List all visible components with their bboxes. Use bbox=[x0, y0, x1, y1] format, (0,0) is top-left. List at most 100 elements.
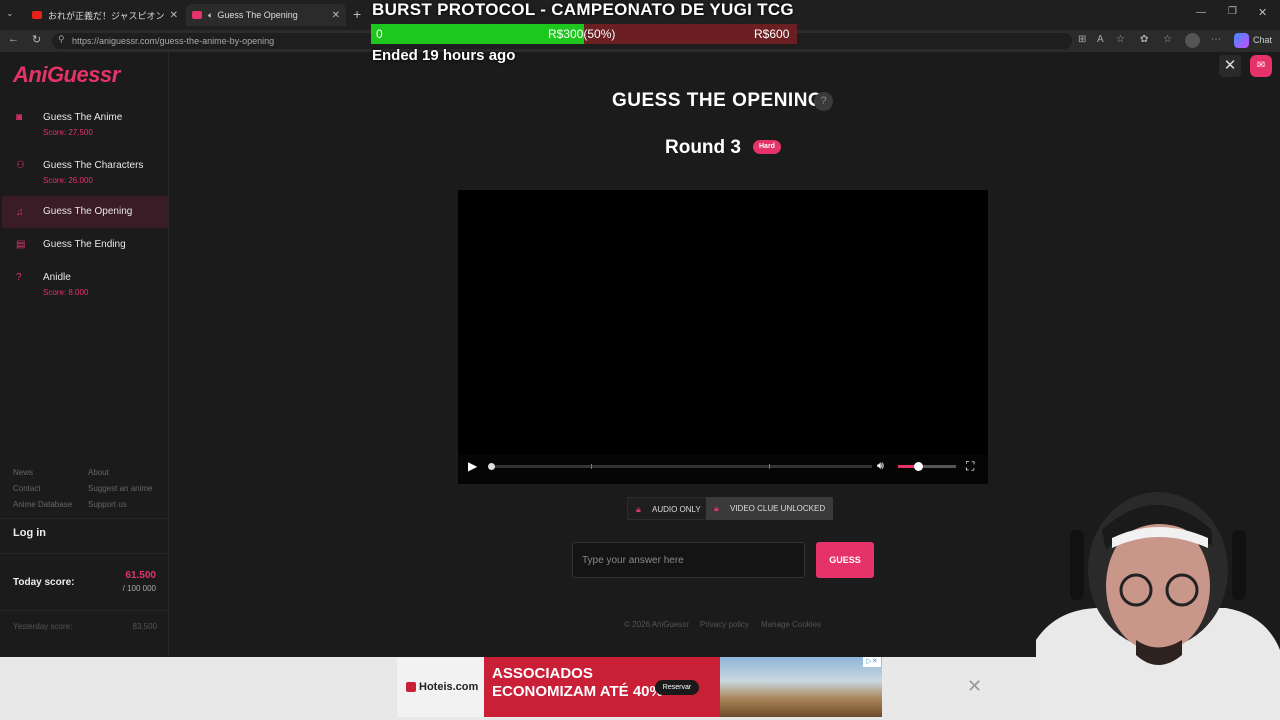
manage-cookies-link[interactable]: Manage Cookies bbox=[761, 620, 821, 629]
goal-target: R$600 bbox=[754, 27, 790, 41]
ad-choices-icon[interactable]: ▷✕ bbox=[863, 657, 881, 667]
ad-cta-button[interactable]: Reservar bbox=[655, 680, 699, 695]
yesterday-score-value: 83.500 bbox=[132, 622, 157, 631]
video-player[interactable] bbox=[458, 190, 988, 484]
site-logo[interactable]: AniGuessr bbox=[13, 62, 120, 88]
maximize-icon[interactable]: ❐ bbox=[1228, 6, 1237, 17]
tab-title: Guess The Opening bbox=[217, 10, 298, 20]
minimize-icon[interactable]: — bbox=[1196, 7, 1206, 18]
close-window-icon[interactable]: ✕ bbox=[1258, 6, 1267, 19]
favorites-icon[interactable]: ☆ bbox=[1163, 34, 1172, 45]
seek-bar[interactable] bbox=[494, 465, 872, 468]
sidebar-item-label: Guess The Characters bbox=[43, 160, 144, 171]
audio-only-button[interactable]: 🔒︎ AUDIO ONLY bbox=[627, 497, 710, 520]
translate-icon[interactable]: A bbox=[1097, 34, 1104, 45]
webcam-overlay bbox=[1036, 490, 1280, 720]
anime-database-link[interactable]: Anime Database bbox=[13, 500, 72, 509]
site-info-icon[interactable]: ⚲ bbox=[58, 34, 65, 45]
close-icon[interactable]: ✕ bbox=[1219, 55, 1241, 77]
support-us-link[interactable]: Support us bbox=[88, 500, 127, 509]
seek-marker bbox=[769, 464, 770, 469]
divider bbox=[0, 610, 168, 611]
youtube-icon bbox=[32, 11, 42, 19]
contact-link[interactable]: Contact bbox=[13, 484, 41, 493]
ad-headline-line1: ASSOCIADOS bbox=[492, 665, 593, 682]
sidebar-item-label: Guess The Ending bbox=[43, 239, 126, 250]
sidebar-item-label: Anidle bbox=[43, 272, 71, 283]
question-icon: ? bbox=[16, 272, 22, 283]
ad-headline-line2: ECONOMIZAM ATÉ 40% bbox=[492, 683, 663, 700]
volume-icon[interactable]: 🔊︎ bbox=[877, 460, 884, 473]
sidebar-item-label: Guess The Opening bbox=[43, 206, 133, 217]
divider bbox=[0, 553, 168, 554]
login-link[interactable]: Log in bbox=[13, 527, 46, 539]
camera-icon: ◙ bbox=[16, 112, 23, 123]
help-button[interactable]: ? bbox=[814, 92, 833, 111]
aniguessr-favicon-icon bbox=[192, 11, 202, 19]
round-label: Round 3 bbox=[665, 137, 741, 158]
divider bbox=[0, 518, 168, 519]
player-controls bbox=[458, 455, 988, 484]
sidebar-item-score: Score: 26.000 bbox=[43, 176, 93, 185]
more-menu-icon[interactable]: ⋯ bbox=[1211, 34, 1221, 45]
tab-youtube[interactable]: おれが正義だ！ジャスピオン - YouTube ✕ bbox=[26, 4, 184, 26]
goal-start: 0 bbox=[376, 27, 383, 41]
sidebar-item-guess-the-characters[interactable]: ⚇ Guess The Characters Score: 26.000 bbox=[2, 156, 168, 194]
yesterday-score-label: Yesterday score: bbox=[13, 622, 73, 631]
chat-button[interactable]: Chat bbox=[1253, 35, 1272, 45]
video-clue-label: VIDEO CLUE UNLOCKED bbox=[730, 504, 826, 513]
sidebar-item-guess-the-opening[interactable]: ♫ Guess The Opening bbox=[2, 196, 168, 228]
fullscreen-icon[interactable]: ⛶ bbox=[966, 459, 974, 474]
suggest-anime-link[interactable]: Suggest an anime bbox=[88, 484, 153, 493]
music-icon: ♫ bbox=[16, 207, 24, 218]
favorite-star-icon[interactable]: ☆ bbox=[1116, 34, 1125, 45]
sidebar-item-score: Score: 8.000 bbox=[43, 288, 89, 297]
ad-headline: ASSOCIADOS ECONOMIZAM ATÉ 40% bbox=[492, 665, 663, 701]
today-score-label: Today score: bbox=[13, 577, 75, 588]
news-link[interactable]: News bbox=[13, 468, 33, 477]
page-title: GUESS THE OPENING bbox=[612, 90, 824, 111]
film-icon: ▤ bbox=[16, 239, 26, 250]
audio-only-label: AUDIO ONLY bbox=[652, 505, 701, 514]
seek-handle[interactable] bbox=[488, 463, 495, 470]
guess-button[interactable]: GUESS bbox=[816, 542, 874, 578]
privacy-policy-link[interactable]: Privacy policy bbox=[700, 620, 749, 629]
video-clue-button[interactable]: 🔒︎ VIDEO CLUE UNLOCKED bbox=[706, 497, 834, 520]
apps-icon[interactable]: ⊞ bbox=[1078, 34, 1086, 45]
seek-marker bbox=[591, 464, 592, 469]
users-icon: ⚇ bbox=[16, 160, 25, 171]
lock-icon: 🔒︎ bbox=[714, 503, 719, 513]
answer-input[interactable] bbox=[572, 542, 805, 578]
play-icon[interactable]: ▶ bbox=[468, 459, 477, 473]
close-tab-icon[interactable]: ✕ bbox=[170, 10, 178, 21]
tab-title: おれが正義だ！ジャスピオン - YouTube bbox=[48, 10, 166, 21]
copyright-text: © 2026 AniGuessr bbox=[624, 620, 690, 629]
tab-list-chevron-icon[interactable]: ⌄ bbox=[6, 8, 14, 19]
sidebar-item-anidle[interactable]: ? Anidle Score: 8.000 bbox=[2, 269, 168, 299]
close-ad-icon[interactable]: ✕ bbox=[967, 676, 982, 697]
speaker-icon[interactable]: 🔈︎ bbox=[208, 10, 213, 21]
ad-brand: Hoteis.com bbox=[419, 681, 479, 693]
url-text: https://aniguessr.com/guess-the-anime-by… bbox=[72, 36, 275, 46]
copilot-icon[interactable] bbox=[1234, 33, 1249, 48]
sidebar-item-guess-the-ending[interactable]: ▤ Guess The Ending bbox=[2, 236, 168, 256]
profile-avatar[interactable] bbox=[1185, 33, 1200, 48]
streamer-webcam-image bbox=[1036, 492, 1280, 720]
extensions-icon[interactable]: ✿ bbox=[1140, 34, 1148, 45]
sidebar-item-guess-the-anime[interactable]: ◙ Guess The Anime Score: 27.500 bbox=[2, 108, 168, 146]
reload-icon[interactable]: ↻ bbox=[32, 33, 41, 46]
stream-goal-status: Ended 19 hours ago bbox=[372, 47, 516, 64]
tab-guess-the-opening[interactable]: 🔈︎ Guess The Opening ✕ bbox=[186, 4, 346, 26]
lock-icon: 🔒︎ bbox=[636, 504, 641, 514]
ad-image bbox=[720, 657, 882, 717]
close-tab-icon[interactable]: ✕ bbox=[332, 10, 340, 21]
new-tab-icon[interactable]: + bbox=[353, 6, 361, 22]
today-score-max: / 100 000 bbox=[122, 584, 156, 593]
hotels-logo-icon bbox=[406, 682, 416, 692]
stream-goal-title: BURST PROTOCOL - CAMPEONATO DE YUGI TCG bbox=[372, 0, 794, 19]
about-link[interactable]: About bbox=[88, 468, 109, 477]
chat-bubble-icon[interactable]: ✉ bbox=[1250, 55, 1272, 77]
difficulty-badge: Hard bbox=[753, 140, 781, 154]
back-icon[interactable]: ← bbox=[8, 33, 19, 45]
sidebar-item-score: Score: 27.500 bbox=[43, 128, 93, 137]
